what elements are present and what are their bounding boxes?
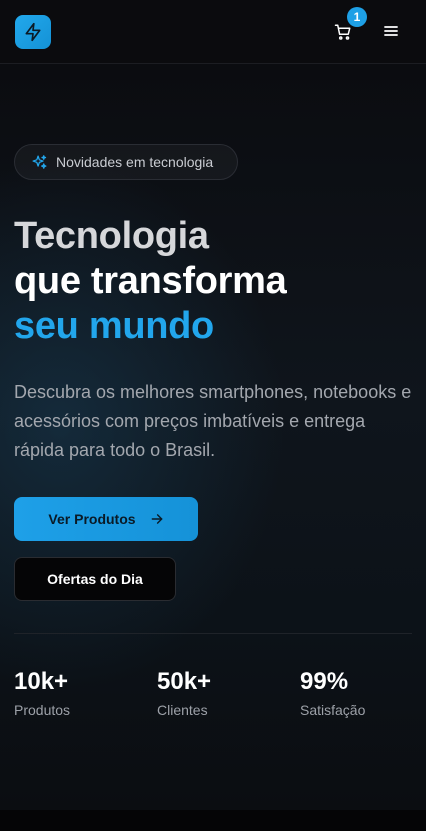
- stat-products: 10k+ Produtos: [14, 668, 70, 718]
- daily-deals-label: Ofertas do Dia: [47, 571, 143, 587]
- stat-label: Produtos: [14, 702, 71, 718]
- stat-label: Satisfação: [300, 702, 366, 718]
- headline-line-3: seu mundo: [14, 305, 214, 347]
- sparkles-icon: [32, 154, 47, 169]
- hero-headline: Tecnologia que transforma seu mundo: [14, 214, 287, 349]
- stat-clients: 50k+ Clientes: [157, 668, 211, 718]
- news-badge: Novidades em tecnologia: [14, 144, 238, 180]
- arrow-right-icon: [151, 514, 162, 524]
- stat-value: 99%: [300, 668, 349, 695]
- stat-value: 10k+: [14, 668, 69, 695]
- headline-line-1: Tecnologia: [14, 215, 209, 257]
- stat-label: Clientes: [157, 702, 208, 718]
- top-navbar: 1: [0, 0, 426, 64]
- stat-value: 50k+: [157, 668, 212, 695]
- shopping-cart-icon: [334, 24, 351, 40]
- headline-line-2: que transforma: [14, 260, 287, 302]
- daily-deals-button[interactable]: Ofertas do Dia: [14, 557, 176, 601]
- view-products-button[interactable]: Ver Produtos: [14, 497, 198, 541]
- lightning-bolt-icon: [25, 22, 41, 42]
- stats-divider: [14, 633, 412, 634]
- menu-button[interactable]: [380, 20, 402, 42]
- view-products-label: Ver Produtos: [48, 511, 136, 527]
- news-badge-label: Novidades em tecnologia: [56, 154, 214, 170]
- logo[interactable]: [15, 15, 51, 49]
- cart-count-badge: 1: [347, 7, 367, 27]
- next-section-edge: [0, 810, 426, 831]
- hamburger-menu-icon: [384, 26, 398, 36]
- stat-satisfaction: 99% Satisfação: [300, 668, 365, 718]
- hero-description: Descubra os melhores smartphones, notebo…: [14, 382, 412, 460]
